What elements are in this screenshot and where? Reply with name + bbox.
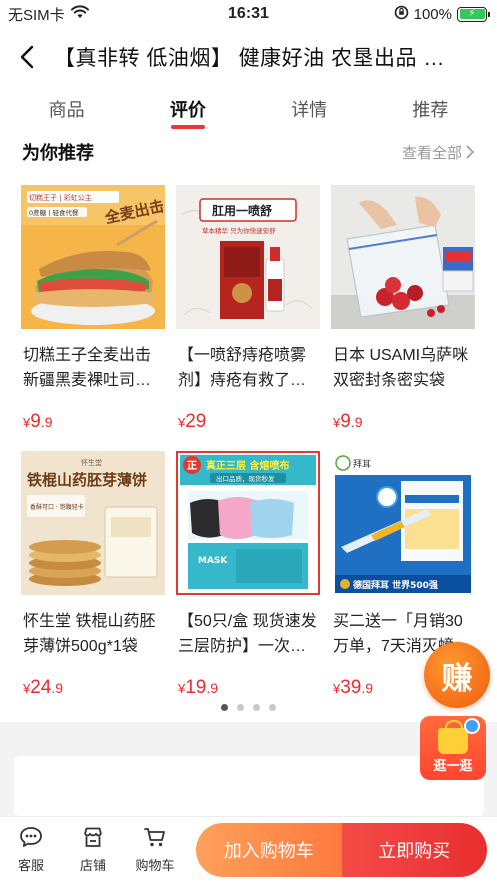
page-dot[interactable] <box>253 704 260 711</box>
purchase-actions: 加入购物车 立即购买 <box>196 823 487 877</box>
chevron-left-icon <box>20 45 34 69</box>
product-image-spray: 肛用一喷舒 草本精华 只为你快速安舒 <box>176 185 320 329</box>
shop-button[interactable]: 店铺 <box>62 817 124 883</box>
product-card[interactable]: 日本 USAMI乌萨咪 双密封条密实袋 ¥9.9 <box>331 185 475 437</box>
product-price: ¥29 <box>178 411 207 432</box>
carrier-label: 无SIM卡 <box>8 6 65 24</box>
tab-details[interactable]: 详情 <box>285 86 333 132</box>
bayer-brand-text: 拜耳 <box>353 459 371 470</box>
product-name: 切糕王子全麦出击新疆黑麦裸吐司面包 <box>23 347 152 389</box>
wifi-icon <box>70 5 89 23</box>
mask-box-text: MASK <box>198 556 228 566</box>
see-all-label: 查看全部 <box>401 144 462 162</box>
product-price: ¥19.9 <box>178 677 219 698</box>
earn-float-button[interactable]: 赚 <box>424 642 490 708</box>
product-title: 【真非转 低油烟】 健康好油 农垦出品 非转基因 <box>54 47 497 70</box>
product-price: ¥24.9 <box>23 677 64 698</box>
cart-label: 购物车 <box>135 858 175 873</box>
biscuit-title-text: 铁棍山药胚芽薄饼 <box>27 471 147 489</box>
cart-button[interactable]: 购物车 <box>124 817 186 883</box>
shopping-cart-icon <box>144 828 165 847</box>
orientation-lock-icon <box>394 5 409 24</box>
tab-product[interactable]: 商品 <box>43 86 91 132</box>
product-grid: 切糕王子 | 彩虹公主 0蔗糖 | 轻食代餐 全麦出击 切糕王子全麦出击新疆黑麦… <box>21 185 481 703</box>
status-bar: 无SIM卡 16:31 100% ⚡ <box>0 0 497 28</box>
mask-sub-text: 出口品质，现货秒发 <box>216 474 275 483</box>
page-dot[interactable] <box>237 704 244 711</box>
add-to-cart-button[interactable]: 加入购物车 <box>196 823 342 877</box>
sandwich-tag-text: 0蔗糖 | 轻食代餐 <box>29 208 79 217</box>
product-image-bayer: 拜耳 德国拜耳 世界500强 <box>331 451 475 595</box>
shopping-bag-icon <box>438 720 468 754</box>
shop-label: 店铺 <box>79 858 106 873</box>
battery-icon: ⚡ <box>457 6 490 22</box>
mask-zheng-text: 正 <box>187 460 197 472</box>
product-price: ¥9.9 <box>333 411 363 432</box>
mask-banner-text: 真正三层 含熔喷布 <box>206 459 289 472</box>
see-all-link[interactable]: 查看全部 <box>402 142 475 163</box>
tab-reviews[interactable]: 评价 <box>164 86 212 132</box>
product-image-bag <box>331 185 475 329</box>
product-image-masks: 正 真正三层 含熔喷布 出口品质，现货秒发 MASK <box>176 451 320 595</box>
bayer-footer-text: 德国拜耳 世界500强 <box>353 579 438 591</box>
browse-float-button[interactable]: 逛一逛 <box>420 716 486 780</box>
recommend-section: 为你推荐 查看全部 切糕王子 | 彩虹公主 0蔗糖 | 轻食代餐 全麦出击 切糕… <box>0 132 497 722</box>
product-card[interactable]: 肛用一喷舒 草本精华 只为你快速安舒 【一喷舒痔疮喷雾剂】痔疮有救了肛周护理 ¥… <box>176 185 320 437</box>
back-button[interactable] <box>0 28 54 86</box>
service-label: 客服 <box>17 858 44 873</box>
product-card[interactable]: 正 真正三层 含熔喷布 出口品质，现货秒发 MASK 【50只/盒 现货速发 三… <box>176 451 320 703</box>
recommend-title: 为你推荐 <box>22 143 94 163</box>
bottom-action-bar: 客服 店铺 购物车 加入购物车 立即购买 <box>0 816 497 883</box>
product-name: 【50只/盒 现货速发 三层防护】一次性口罩 <box>178 613 317 655</box>
product-name: 【一喷舒痔疮喷雾剂】痔疮有救了肛周护理 <box>178 347 307 389</box>
biscuit-brand-text: 怀生堂 <box>81 458 102 467</box>
chat-bubble-icon <box>20 827 42 847</box>
navigation-header: 【真非转 低油烟】 健康好油 农垦出品 非转基因 <box>0 28 497 86</box>
spray-sub-text: 草本精华 只为你快速安舒 <box>202 226 276 235</box>
chevron-right-icon <box>466 145 475 159</box>
spray-banner-text: 肛用一喷舒 <box>212 203 272 218</box>
page-dot[interactable] <box>269 704 276 711</box>
product-image-biscuit: 怀生堂 铁棍山药胚芽薄饼 香酥可口 · 饱腹轻卡 <box>21 451 165 595</box>
buy-now-button[interactable]: 立即购买 <box>341 823 487 877</box>
section-tabs: 商品 评价 详情 推荐 <box>0 86 497 132</box>
biscuit-tags-text: 香酥可口 · 饱腹轻卡 <box>30 503 84 511</box>
carousel-pagination <box>0 704 497 711</box>
product-card[interactable]: 怀生堂 铁棍山药胚芽薄饼 香酥可口 · 饱腹轻卡 怀生堂 铁棍山药胚芽薄饼500… <box>21 451 165 703</box>
notification-bubble-icon <box>464 718 480 734</box>
store-icon <box>84 827 102 847</box>
tab-recommend[interactable]: 推荐 <box>406 86 454 132</box>
product-price: ¥9.9 <box>23 411 53 432</box>
page-dot[interactable] <box>221 704 228 711</box>
customer-service-button[interactable]: 客服 <box>0 817 62 883</box>
browse-label: 逛一逛 <box>433 758 473 773</box>
product-card[interactable]: 切糕王子 | 彩虹公主 0蔗糖 | 轻食代餐 全麦出击 切糕王子全麦出击新疆黑麦… <box>21 185 165 437</box>
sandwich-brand-text: 切糕王子 | 彩虹公主 <box>29 193 92 202</box>
product-name: 怀生堂 铁棍山药胚芽薄饼500g*1袋 <box>23 613 156 655</box>
next-section-card <box>14 756 484 816</box>
battery-percent: 100% <box>413 5 452 23</box>
product-image-sandwich: 切糕王子 | 彩虹公主 0蔗糖 | 轻食代餐 全麦出击 <box>21 185 165 329</box>
product-name: 日本 USAMI乌萨咪 双密封条密实袋 <box>333 347 469 389</box>
